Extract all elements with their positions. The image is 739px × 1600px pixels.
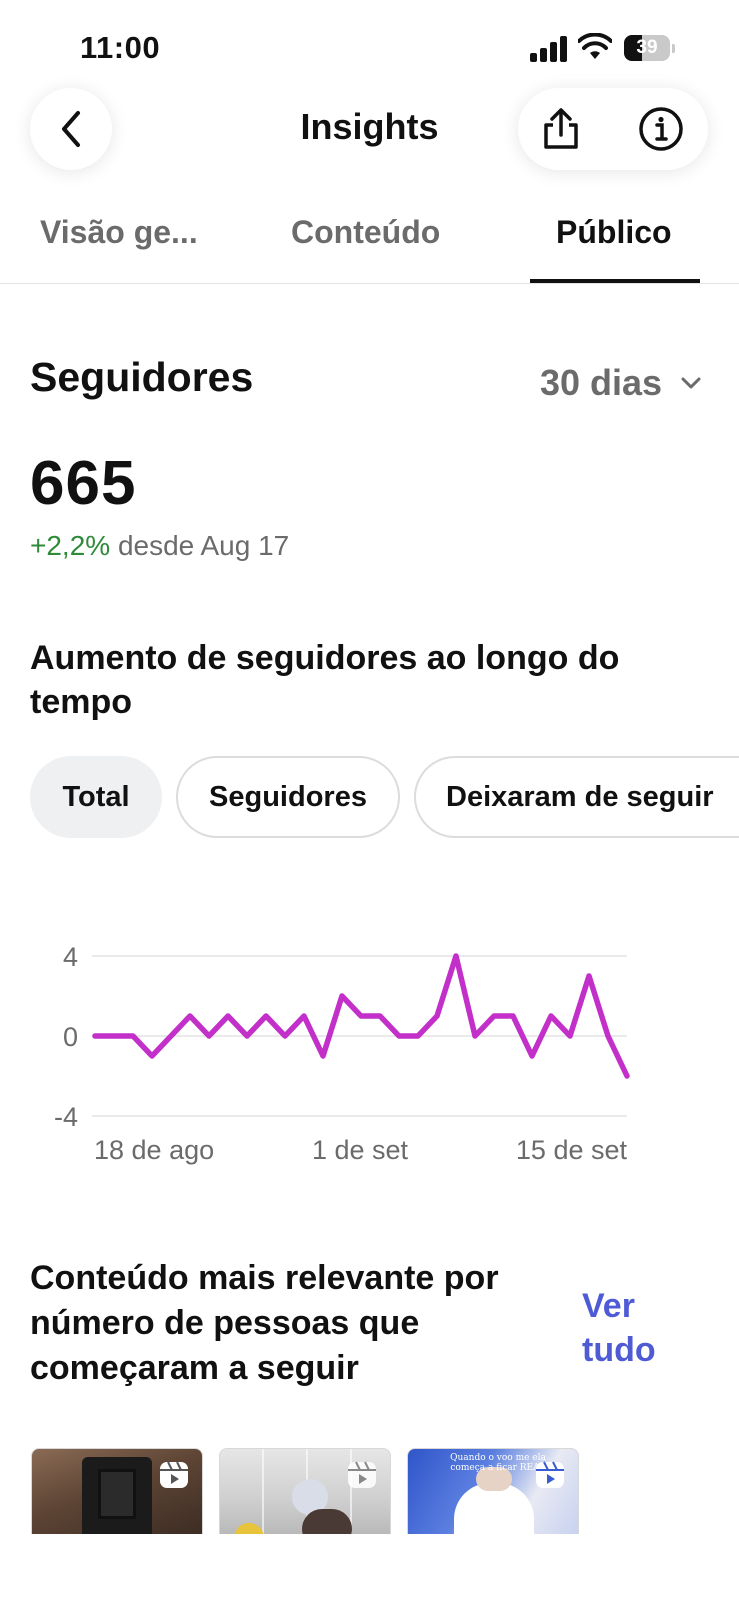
cellular-signal-icon <box>530 34 570 62</box>
followers-count: 665 <box>30 449 137 518</box>
y-tick-label: 4 <box>63 942 78 972</box>
period-selector[interactable]: 30 dias <box>540 362 662 404</box>
change-percent: +2,2% <box>30 530 111 561</box>
insights-screen: 11:00 39 Insights Visão ge... Conteúdo P… <box>0 0 739 1600</box>
info-icon <box>639 107 683 151</box>
content-thumbnail-3[interactable]: Quando o voo me ela começa a ficar REAL <box>407 1448 579 1534</box>
tab-content[interactable]: Conteúdo <box>291 214 440 251</box>
header-actions <box>518 88 708 170</box>
bottom-area <box>0 1534 739 1600</box>
status-time: 11:00 <box>80 30 161 65</box>
wifi-icon <box>578 33 612 59</box>
y-tick-label: 0 <box>63 1022 78 1052</box>
active-tab-indicator <box>530 279 700 283</box>
followers-title: Seguidores <box>30 354 254 400</box>
tab-overview[interactable]: Visão ge... <box>40 214 198 251</box>
tab-audience[interactable]: Público <box>556 214 672 251</box>
change-since: desde Aug 17 <box>117 530 290 561</box>
see-all-link[interactable]: Ver tudo <box>582 1284 692 1372</box>
info-button[interactable] <box>632 100 690 158</box>
followers-change: +2,2% desde Aug 17 <box>30 530 289 562</box>
battery-icon: 39 <box>624 35 676 61</box>
chip-total[interactable]: Total <box>30 756 162 838</box>
x-tick-label: 1 de set <box>312 1135 409 1165</box>
chip-followers[interactable]: Seguidores <box>176 756 400 838</box>
chip-unfollowed[interactable]: Deixaram de seguir <box>414 756 739 838</box>
status-bar: 11:00 39 <box>0 0 739 96</box>
battery-level: 39 <box>636 37 658 58</box>
share-button[interactable] <box>532 100 590 158</box>
relevant-content-title: Conteúdo mais relevante por número de pe… <box>30 1259 499 1387</box>
series-line <box>92 953 630 1079</box>
content-thumbnail-2[interactable] <box>219 1448 391 1534</box>
chevron-down-icon <box>681 377 701 389</box>
content-thumbnail-1[interactable] <box>31 1448 203 1534</box>
x-tick-label: 18 de ago <box>94 1135 214 1165</box>
reels-icon <box>348 1461 376 1488</box>
followers-line-chart: 4 0 -4 18 de ago 1 de set 15 de set <box>54 942 630 1165</box>
x-tick-label: 15 de set <box>516 1135 628 1165</box>
share-icon <box>544 108 578 149</box>
growth-title: Aumento de seguidores ao longo do tempo <box>30 639 620 721</box>
reels-icon <box>536 1461 564 1488</box>
thumbnail-caption: Quando o voo me ela começa a ficar REAL <box>450 1453 546 1473</box>
reels-icon <box>160 1461 188 1488</box>
insights-tabs: Visão ge... Conteúdo Público <box>0 200 739 284</box>
y-tick-label: -4 <box>54 1102 78 1132</box>
